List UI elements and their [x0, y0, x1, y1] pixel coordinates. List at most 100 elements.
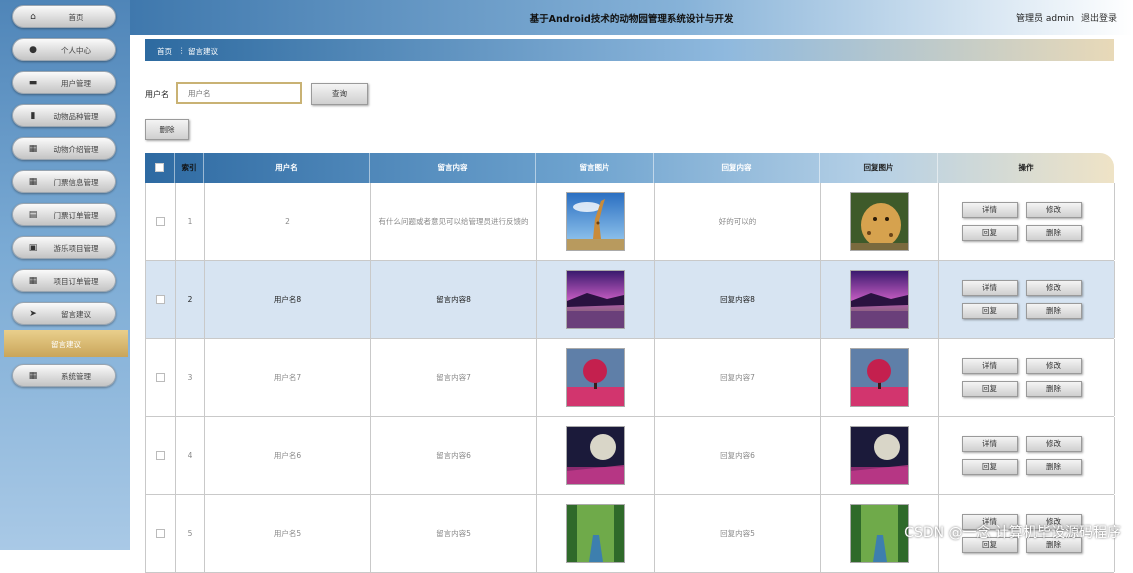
message-image[interactable] [566, 426, 625, 485]
reply-image[interactable] [850, 270, 909, 329]
sidebar-item-label: 动物品种管理 [53, 112, 99, 121]
cell-reply-image [821, 339, 939, 416]
select-all-checkbox[interactable] [155, 163, 164, 172]
sidebar-item-label: 动物介绍管理 [53, 145, 99, 154]
detail-button[interactable]: 详情 [961, 357, 1018, 374]
clipboard-icon: ▣ [28, 243, 38, 253]
reply-image[interactable] [850, 426, 909, 485]
message-image[interactable] [566, 504, 625, 563]
cell-message-image [537, 495, 655, 572]
logout-link[interactable]: 退出登录 [1081, 14, 1117, 24]
delete-button[interactable]: 删除 [1025, 458, 1082, 475]
action-group: 详情 修改 回复 删除 [961, 279, 1092, 320]
row-checkbox[interactable] [156, 451, 165, 460]
detail-button[interactable]: 详情 [961, 201, 1018, 218]
sidebar-item-amusement[interactable]: ▣ 游乐项目管理 [12, 236, 116, 259]
breadcrumb-separator: ⋮ [178, 46, 186, 55]
row-select-cell [146, 261, 176, 338]
sidebar-item-personal-center[interactable]: ● 个人中心 [12, 38, 116, 61]
sidebar-item-label: 项目订单管理 [53, 277, 99, 286]
column-header-message: 留言内容 [370, 153, 536, 183]
cell-index: 1 [176, 183, 205, 260]
delete-button[interactable]: 删除 [1025, 302, 1082, 319]
edit-button[interactable]: 修改 [1025, 357, 1082, 374]
action-group: 详情 修改 回复 删除 [961, 435, 1092, 476]
row-checkbox[interactable] [156, 295, 165, 304]
table-row[interactable]: 4 用户名6 留言内容6 回复内容6 详情 修改 回复 删除 [145, 417, 1115, 495]
sidebar: ⌂ 首页 ● 个人中心 ▬ 用户管理 ▮ 动物品种管理 ▦ 动物介绍管理 ▦ 门… [0, 0, 130, 550]
person-icon: ● [29, 45, 37, 55]
sidebar-item-animal-intro[interactable]: ▦ 动物介绍管理 [12, 137, 116, 160]
cell-username: 用户名6 [205, 417, 371, 494]
sidebar-subitem-label: 留言建议 [51, 340, 81, 349]
cell-message-image [537, 183, 655, 260]
cell-message: 留言内容8 [371, 261, 537, 338]
sidebar-item-label: 用户管理 [61, 79, 91, 88]
cell-index: 5 [176, 495, 205, 572]
column-header-actions: 操作 [1018, 163, 1034, 172]
reply-button[interactable]: 回复 [961, 380, 1018, 397]
cell-reply: 回复内容6 [655, 417, 821, 494]
row-checkbox[interactable] [156, 217, 165, 226]
cell-username: 用户名7 [205, 339, 371, 416]
message-image[interactable] [566, 270, 625, 329]
delete-button[interactable]: 删除 [1025, 380, 1082, 397]
row-select-cell [146, 495, 176, 572]
batch-delete-button[interactable]: 删除 [145, 119, 189, 140]
row-checkbox[interactable] [156, 529, 165, 538]
header-bar: 基于Android技术的动物园管理系统设计与开发 管理员 admin 退出登录 [130, 0, 1133, 35]
search-label: 用户名 [145, 90, 169, 99]
reply-image[interactable] [850, 192, 909, 251]
action-group: 详情 修改 回复 删除 [961, 201, 1092, 242]
sidebar-item-animal-species[interactable]: ▮ 动物品种管理 [12, 104, 116, 127]
home-icon: ⌂ [30, 12, 36, 22]
sidebar-item-ticket-info[interactable]: ▦ 门票信息管理 [12, 170, 116, 193]
reply-button[interactable]: 回复 [961, 302, 1018, 319]
search-input[interactable] [176, 82, 302, 104]
row-select-cell [146, 339, 176, 416]
sidebar-item-label: 系统管理 [61, 372, 91, 381]
sidebar-item-label: 门票订单管理 [53, 211, 99, 220]
edit-button[interactable]: 修改 [1025, 201, 1082, 218]
message-image[interactable] [566, 348, 625, 407]
column-header-reply: 回复内容 [654, 153, 820, 183]
detail-button[interactable]: 详情 [961, 279, 1018, 296]
sidebar-item-system[interactable]: ▦ 系统管理 [12, 364, 116, 387]
sidebar-item-home[interactable]: ⌂ 首页 [12, 5, 116, 28]
detail-button[interactable]: 详情 [961, 435, 1018, 452]
delete-button[interactable]: 删除 [1025, 224, 1082, 241]
cell-index: 3 [176, 339, 205, 416]
sidebar-item-label: 门票信息管理 [53, 178, 99, 187]
grid-icon: ▦ [28, 177, 38, 187]
sidebar-item-user-management[interactable]: ▬ 用户管理 [12, 71, 116, 94]
search-button[interactable]: 查询 [311, 83, 368, 105]
reply-button[interactable]: 回复 [961, 458, 1018, 475]
reply-button[interactable]: 回复 [961, 224, 1018, 241]
table-row[interactable]: 3 用户名7 留言内容7 回复内容7 详情 修改 回复 删除 [145, 339, 1115, 417]
cell-index: 2 [176, 261, 205, 338]
breadcrumb-home[interactable]: 首页 [157, 46, 172, 57]
cell-message-image [537, 417, 655, 494]
cell-index: 4 [176, 417, 205, 494]
column-header-message-image: 留言图片 [536, 153, 654, 183]
edit-button[interactable]: 修改 [1025, 435, 1082, 452]
edit-button[interactable]: 修改 [1025, 279, 1082, 296]
briefcase-icon: ▬ [28, 78, 38, 88]
cell-actions: 详情 修改 回复 删除 [939, 261, 1115, 338]
sidebar-item-messages[interactable]: ➤ 留言建议 [12, 302, 116, 325]
reply-image[interactable] [850, 504, 909, 563]
sidebar-item-project-orders[interactable]: ▦ 项目订单管理 [12, 269, 116, 292]
table-row[interactable]: 1 2 有什么问题或者意见可以给管理员进行反馈的 好的可以的 详情 修改 回复 删除 [145, 183, 1115, 261]
table-row[interactable]: 2 用户名8 留言内容8 回复内容8 详情 修改 回复 删除 [145, 261, 1115, 339]
message-image[interactable] [566, 192, 625, 251]
row-checkbox[interactable] [156, 373, 165, 382]
grid-icon: ▦ [28, 371, 38, 381]
cell-reply: 好的可以的 [655, 183, 821, 260]
sidebar-item-ticket-orders[interactable]: ▤ 门票订单管理 [12, 203, 116, 226]
cell-message: 留言内容5 [371, 495, 537, 572]
action-group: 详情 修改 回复 删除 [961, 357, 1092, 398]
cell-reply: 回复内容5 [655, 495, 821, 572]
reply-image[interactable] [850, 348, 909, 407]
sidebar-subitem-messages[interactable]: 留言建议 [4, 330, 128, 357]
column-header-index: 索引 [175, 153, 204, 183]
